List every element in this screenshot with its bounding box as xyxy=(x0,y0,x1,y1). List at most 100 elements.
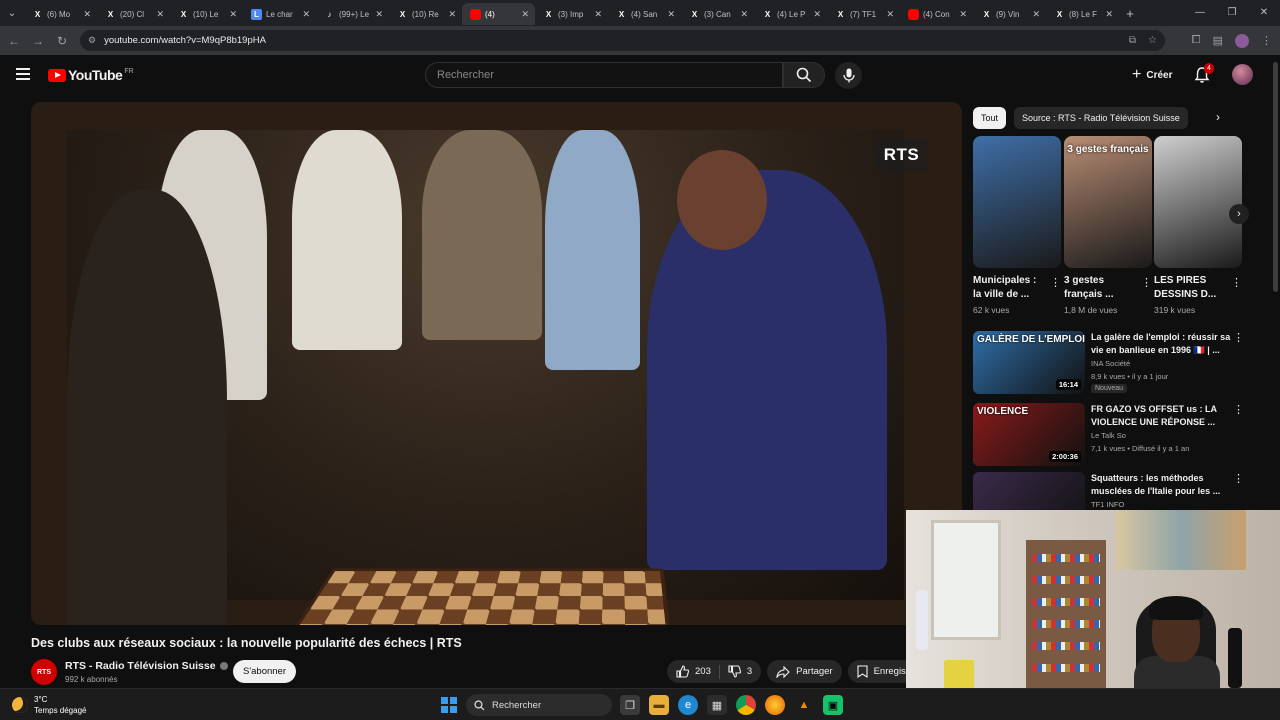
tab-close-icon[interactable]: ✕ xyxy=(886,9,894,20)
browser-tab[interactable]: X (10) Re ✕ xyxy=(389,3,462,25)
short-menu-icon[interactable]: ⋮ xyxy=(1050,276,1061,289)
create-button[interactable]: + Créer xyxy=(1124,62,1180,88)
account-avatar[interactable] xyxy=(1232,64,1253,85)
profile-icon[interactable] xyxy=(1235,33,1249,48)
tab-close-icon[interactable]: ✕ xyxy=(156,9,164,20)
taskbar-search[interactable]: Rechercher xyxy=(466,694,612,716)
browser-tab[interactable]: ♪ (99+) Le ✕ xyxy=(316,3,389,25)
firefox-icon[interactable] xyxy=(765,695,785,715)
video-item-channel[interactable]: INA Société xyxy=(1091,359,1130,368)
tab-groups-icon[interactable]: ▤ xyxy=(1213,34,1223,47)
video-thumbnail[interactable]: VIOLENCE 2:00:36 xyxy=(973,403,1085,466)
chip-all[interactable]: Tout xyxy=(973,107,1007,129)
tab-close-icon[interactable]: ✕ xyxy=(302,9,310,20)
subscribe-button[interactable]: S'abonner xyxy=(233,660,296,683)
maximize-icon[interactable]: ❐ xyxy=(1216,0,1248,26)
short-title[interactable]: 3 gestes français ... xyxy=(1064,274,1136,302)
store-icon[interactable]: ▦ xyxy=(707,695,727,715)
browser-tab[interactable]: L Le char ✕ xyxy=(243,3,316,25)
video-item-menu-icon[interactable]: ⋮ xyxy=(1233,472,1244,485)
video-player[interactable]: RTS xyxy=(31,102,962,625)
tab-close-icon[interactable]: ✕ xyxy=(959,9,967,20)
browser-tab[interactable]: X (8) Le F ✕ xyxy=(1046,3,1119,25)
windows-start-icon[interactable] xyxy=(441,697,457,713)
save-button[interactable]: Enregis xyxy=(847,660,915,683)
like-button[interactable]: 203 xyxy=(676,665,711,678)
dislike-button[interactable]: 3 xyxy=(728,665,752,678)
browser-tab[interactable]: X (7) TF1 ✕ xyxy=(827,3,900,25)
extensions-icon[interactable]: ⧠ xyxy=(1192,34,1201,47)
new-tab-icon[interactable]: + xyxy=(1119,6,1141,21)
reload-icon[interactable]: ↻ xyxy=(50,34,74,48)
green-app-icon[interactable]: ▣ xyxy=(823,695,843,715)
related-video-item[interactable]: GALÈRE DE L'EMPLOI 16:14 La galère de l'em… xyxy=(973,331,1253,397)
browser-tab[interactable]: X (20) Cl ✕ xyxy=(97,3,170,25)
shorts-next-chevron-icon[interactable]: › xyxy=(1229,204,1249,224)
forward-icon[interactable]: → xyxy=(26,34,50,48)
edge-browser-icon[interactable]: e xyxy=(678,695,698,715)
minimize-icon[interactable]: — xyxy=(1184,0,1216,26)
short-card[interactable]: 3 gestes français 3 gestes français ... 1,… xyxy=(1064,136,1152,315)
browser-tab[interactable]: X (4) San ✕ xyxy=(608,3,681,25)
video-item-menu-icon[interactable]: ⋮ xyxy=(1233,403,1244,416)
browser-tab[interactable]: (4) ✕ xyxy=(462,3,535,25)
page-scrollbar[interactable] xyxy=(1273,62,1278,292)
search-input[interactable]: Rechercher xyxy=(425,62,783,88)
tab-close-icon[interactable]: ✕ xyxy=(375,9,383,20)
video-item-channel[interactable]: Le Talk So xyxy=(1091,431,1126,440)
channel-avatar[interactable]: RTS xyxy=(31,659,57,685)
site-info-icon[interactable]: ⚙ xyxy=(88,35,96,46)
related-video-item[interactable]: VIOLENCE 2:00:36 FR GAZO VS OFFSET us : LA… xyxy=(973,403,1253,469)
short-menu-icon[interactable]: ⋮ xyxy=(1231,276,1242,289)
tab-close-icon[interactable]: ✕ xyxy=(83,9,91,20)
short-thumbnail[interactable] xyxy=(973,136,1061,268)
tab-close-icon[interactable]: ✕ xyxy=(594,9,602,20)
voice-search-button[interactable] xyxy=(835,62,862,89)
close-window-icon[interactable]: ✕ xyxy=(1248,0,1280,26)
file-explorer-icon[interactable]: ▬ xyxy=(649,695,669,715)
back-icon[interactable]: ← xyxy=(2,34,26,48)
video-item-title[interactable]: Squatteurs : les méthodes musclées de l'… xyxy=(1091,472,1239,498)
short-title[interactable]: LES PIRES DESSINS D... xyxy=(1154,274,1226,302)
chip-source-channel[interactable]: Source : RTS - Radio Télévision Suisse xyxy=(1014,107,1188,129)
short-card[interactable]: LES PIRES DESSINS D... 319 k vues ⋮ xyxy=(1154,136,1242,315)
address-bar[interactable]: ⚙ youtube.com/watch?v=M9qP8b19pHA ⧉ ☆ xyxy=(80,30,1165,51)
video-item-title[interactable]: FR GAZO VS OFFSET us : LA VIOLENCE UNE R… xyxy=(1091,403,1239,429)
browser-menu-icon[interactable]: ⋮ xyxy=(1261,34,1272,47)
channel-name-link[interactable]: RTS - Radio Télévision Suisse xyxy=(65,660,228,672)
video-item-channel[interactable]: TF1 INFO xyxy=(1091,500,1124,509)
task-view-icon[interactable]: ❐ xyxy=(620,695,640,715)
chips-next-chevron-icon[interactable]: › xyxy=(1216,110,1234,128)
tab-close-icon[interactable]: ✕ xyxy=(521,9,529,20)
short-card[interactable]: Municipales : la ville de ... 62 k vues ⋮ xyxy=(973,136,1061,315)
video-item-title[interactable]: La galère de l'emploi : réussir sa vie e… xyxy=(1091,331,1239,357)
browser-tab[interactable]: X (3) Imp ✕ xyxy=(535,3,608,25)
browser-tab[interactable]: X (3) Can ✕ xyxy=(681,3,754,25)
short-thumbnail[interactable] xyxy=(1154,136,1242,268)
search-button[interactable] xyxy=(783,62,825,88)
tab-close-icon[interactable]: ✕ xyxy=(1032,9,1040,20)
install-app-icon[interactable]: ⧉ xyxy=(1129,35,1136,46)
vlc-icon[interactable]: ▲ xyxy=(794,695,814,715)
hamburger-menu-icon[interactable] xyxy=(16,68,30,80)
browser-tab[interactable]: (4) Con ✕ xyxy=(900,3,973,25)
video-thumbnail[interactable]: GALÈRE DE L'EMPLOI 16:14 xyxy=(973,331,1085,394)
tab-close-icon[interactable]: ✕ xyxy=(448,9,456,20)
youtube-logo[interactable]: YouTube FR xyxy=(48,67,134,83)
share-button[interactable]: Partager xyxy=(767,660,842,683)
chrome-icon[interactable] xyxy=(736,695,756,715)
tab-close-icon[interactable]: ✕ xyxy=(1105,9,1113,20)
video-item-menu-icon[interactable]: ⋮ xyxy=(1233,331,1244,344)
browser-tab[interactable]: X (6) Mo ✕ xyxy=(24,3,97,25)
browser-tab[interactable]: X (4) Le P ✕ xyxy=(754,3,827,25)
tab-close-icon[interactable]: ✕ xyxy=(813,9,821,20)
browser-tab[interactable]: X (9) Vin ✕ xyxy=(973,3,1046,25)
tab-close-icon[interactable]: ✕ xyxy=(229,9,237,20)
tab-close-icon[interactable]: ✕ xyxy=(667,9,675,20)
tab-close-icon[interactable]: ✕ xyxy=(740,9,748,20)
short-thumbnail[interactable]: 3 gestes français xyxy=(1064,136,1152,268)
bookmark-star-icon[interactable]: ☆ xyxy=(1148,35,1157,46)
short-menu-icon[interactable]: ⋮ xyxy=(1141,276,1152,289)
tab-search-icon[interactable]: ⌄ xyxy=(0,0,24,26)
browser-tab[interactable]: X (10) Le ✕ xyxy=(170,3,243,25)
